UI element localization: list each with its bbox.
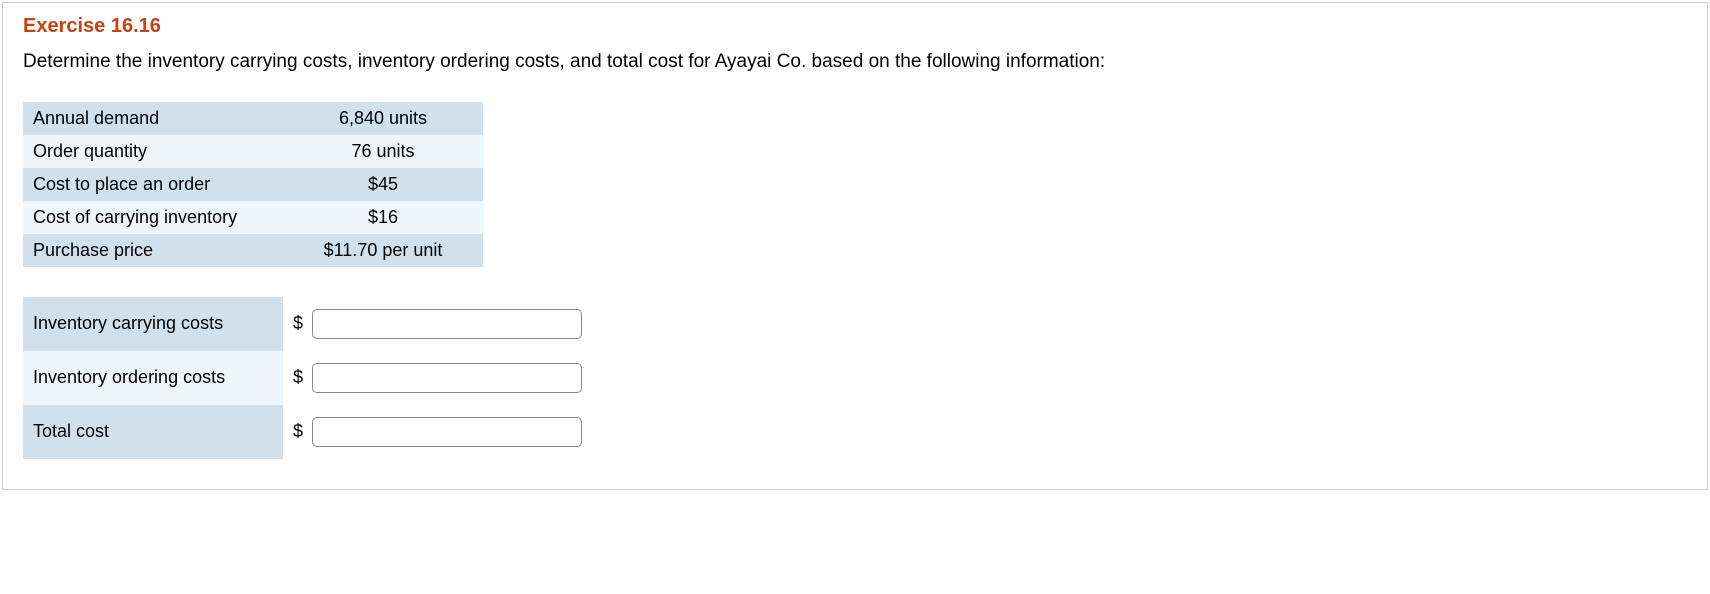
- info-row: Purchase price $11.70 per unit: [23, 234, 483, 267]
- inventory-ordering-costs-input[interactable]: [312, 363, 582, 393]
- answer-row: Total cost $: [23, 405, 623, 459]
- exercise-title: Exercise 16.16: [23, 15, 1687, 38]
- info-row: Annual demand 6,840 units: [23, 102, 483, 135]
- info-value: 76 units: [283, 135, 483, 168]
- exercise-container: Exercise 16.16 Determine the inventory c…: [2, 2, 1708, 490]
- answer-label: Total cost: [23, 405, 283, 459]
- dollar-sign: $: [293, 313, 303, 333]
- info-label: Cost of carrying inventory: [23, 201, 283, 234]
- answer-input-cell: $: [283, 405, 623, 459]
- info-label: Purchase price: [23, 234, 283, 267]
- dollar-sign: $: [293, 367, 303, 387]
- answer-label: Inventory ordering costs: [23, 351, 283, 405]
- answer-table: Inventory carrying costs $ Inventory ord…: [23, 297, 623, 459]
- info-label: Cost to place an order: [23, 168, 283, 201]
- info-value: $11.70 per unit: [283, 234, 483, 267]
- info-row: Order quantity 76 units: [23, 135, 483, 168]
- answer-row: Inventory carrying costs $: [23, 297, 623, 351]
- inventory-carrying-costs-input[interactable]: [312, 309, 582, 339]
- info-label: Order quantity: [23, 135, 283, 168]
- info-value: $45: [283, 168, 483, 201]
- exercise-prompt: Determine the inventory carrying costs, …: [23, 48, 1687, 77]
- dollar-sign: $: [293, 421, 303, 441]
- info-label: Annual demand: [23, 102, 283, 135]
- answer-label: Inventory carrying costs: [23, 297, 283, 351]
- answer-input-cell: $: [283, 351, 623, 405]
- info-value: $16: [283, 201, 483, 234]
- info-table: Annual demand 6,840 units Order quantity…: [23, 102, 483, 267]
- info-row: Cost to place an order $45: [23, 168, 483, 201]
- answer-row: Inventory ordering costs $: [23, 351, 623, 405]
- answer-input-cell: $: [283, 297, 623, 351]
- total-cost-input[interactable]: [312, 417, 582, 447]
- info-value: 6,840 units: [283, 102, 483, 135]
- info-row: Cost of carrying inventory $16: [23, 201, 483, 234]
